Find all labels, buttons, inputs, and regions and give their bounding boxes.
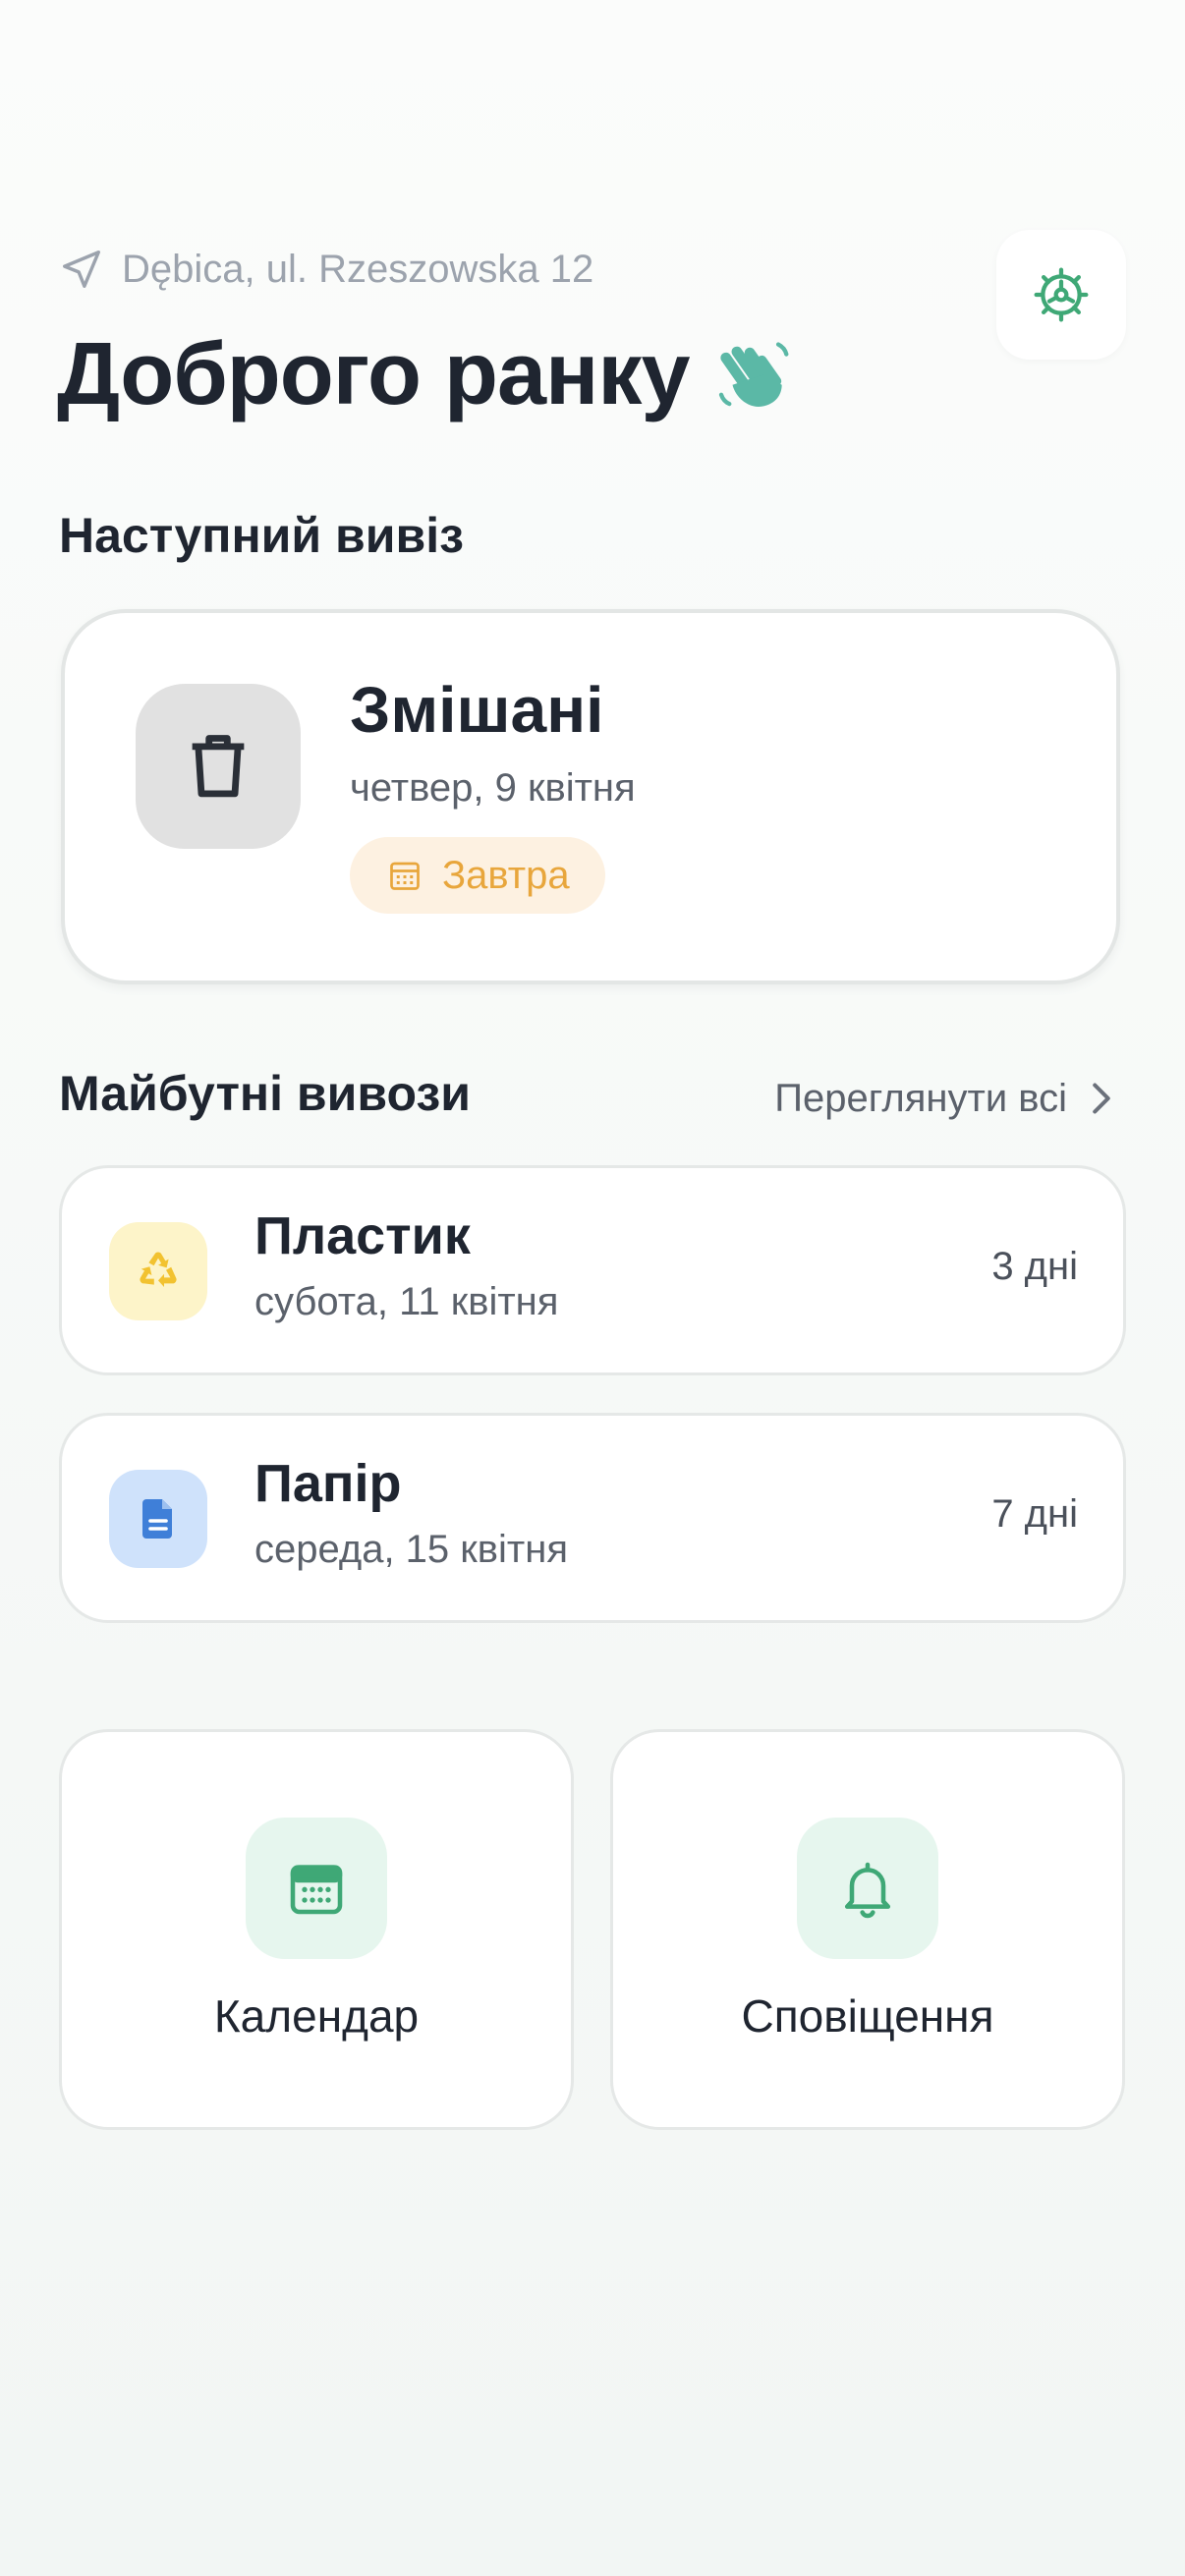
upcoming-item-title: Пластик — [254, 1206, 471, 1265]
notifications-tile-label: Сповіщення — [741, 1990, 994, 2042]
upcoming-item-days: 7 дні — [991, 1492, 1078, 1536]
next-pickup-title: Наступний вивіз — [59, 508, 464, 563]
see-all-text: Переглянути всі — [774, 1076, 1067, 1120]
location-text: Dębica, ul. Rzeszowska 12 — [122, 247, 594, 291]
waving-hand-icon — [718, 342, 788, 407]
next-pickup-date: четвер, 9 квітня — [350, 766, 636, 810]
calendar-icon-container — [246, 1818, 387, 1959]
upcoming-item-paper[interactable]: Папір середа, 15 квітня 7 дні — [59, 1413, 1126, 1623]
upcoming-item-title: Папір — [254, 1454, 402, 1513]
calendar-icon — [290, 1865, 343, 1915]
see-all-link[interactable]: Переглянути всі — [774, 1071, 1116, 1126]
upcoming-item-date: субота, 11 квітня — [254, 1280, 559, 1323]
upcoming-item-plastic[interactable]: Пластик субота, 11 квітня 3 дні — [59, 1165, 1126, 1375]
upcoming-item-date: середа, 15 квітня — [254, 1528, 568, 1571]
recycle-icon — [140, 1252, 177, 1287]
next-pickup-type: Змішані — [350, 673, 604, 746]
location[interactable]: Dębica, ul. Rzeszowska 12 — [59, 242, 593, 297]
bell-icon-container — [797, 1818, 938, 1959]
next-pickup-icon-container — [136, 684, 301, 849]
document-icon — [142, 1499, 172, 1539]
trash-icon — [192, 735, 245, 798]
tomorrow-badge: Завтра — [350, 837, 605, 914]
greeting: Доброго ранку — [57, 320, 796, 428]
gear-icon — [1034, 267, 1089, 322]
plastic-icon-container — [109, 1222, 207, 1320]
upcoming-item-days: 3 дні — [991, 1245, 1078, 1288]
next-pickup-card[interactable]: Змішані четвер, 9 квітня Завтра — [61, 609, 1120, 984]
chevron-right-icon — [1093, 1083, 1110, 1114]
calendar-tile[interactable]: Календар — [59, 1729, 574, 2130]
notifications-tile[interactable]: Сповіщення — [610, 1729, 1125, 2130]
calendar-small-icon — [390, 862, 420, 890]
paper-icon-container — [109, 1470, 207, 1568]
bell-icon — [844, 1862, 891, 1919]
tomorrow-badge-text: Завтра — [442, 853, 570, 897]
location-arrow-icon — [63, 251, 100, 288]
greeting-text: Доброго ранку — [57, 324, 690, 423]
calendar-tile-label: Календар — [213, 1990, 420, 2042]
settings-button[interactable] — [996, 230, 1126, 360]
upcoming-title: Майбутні вивози — [59, 1066, 471, 1121]
